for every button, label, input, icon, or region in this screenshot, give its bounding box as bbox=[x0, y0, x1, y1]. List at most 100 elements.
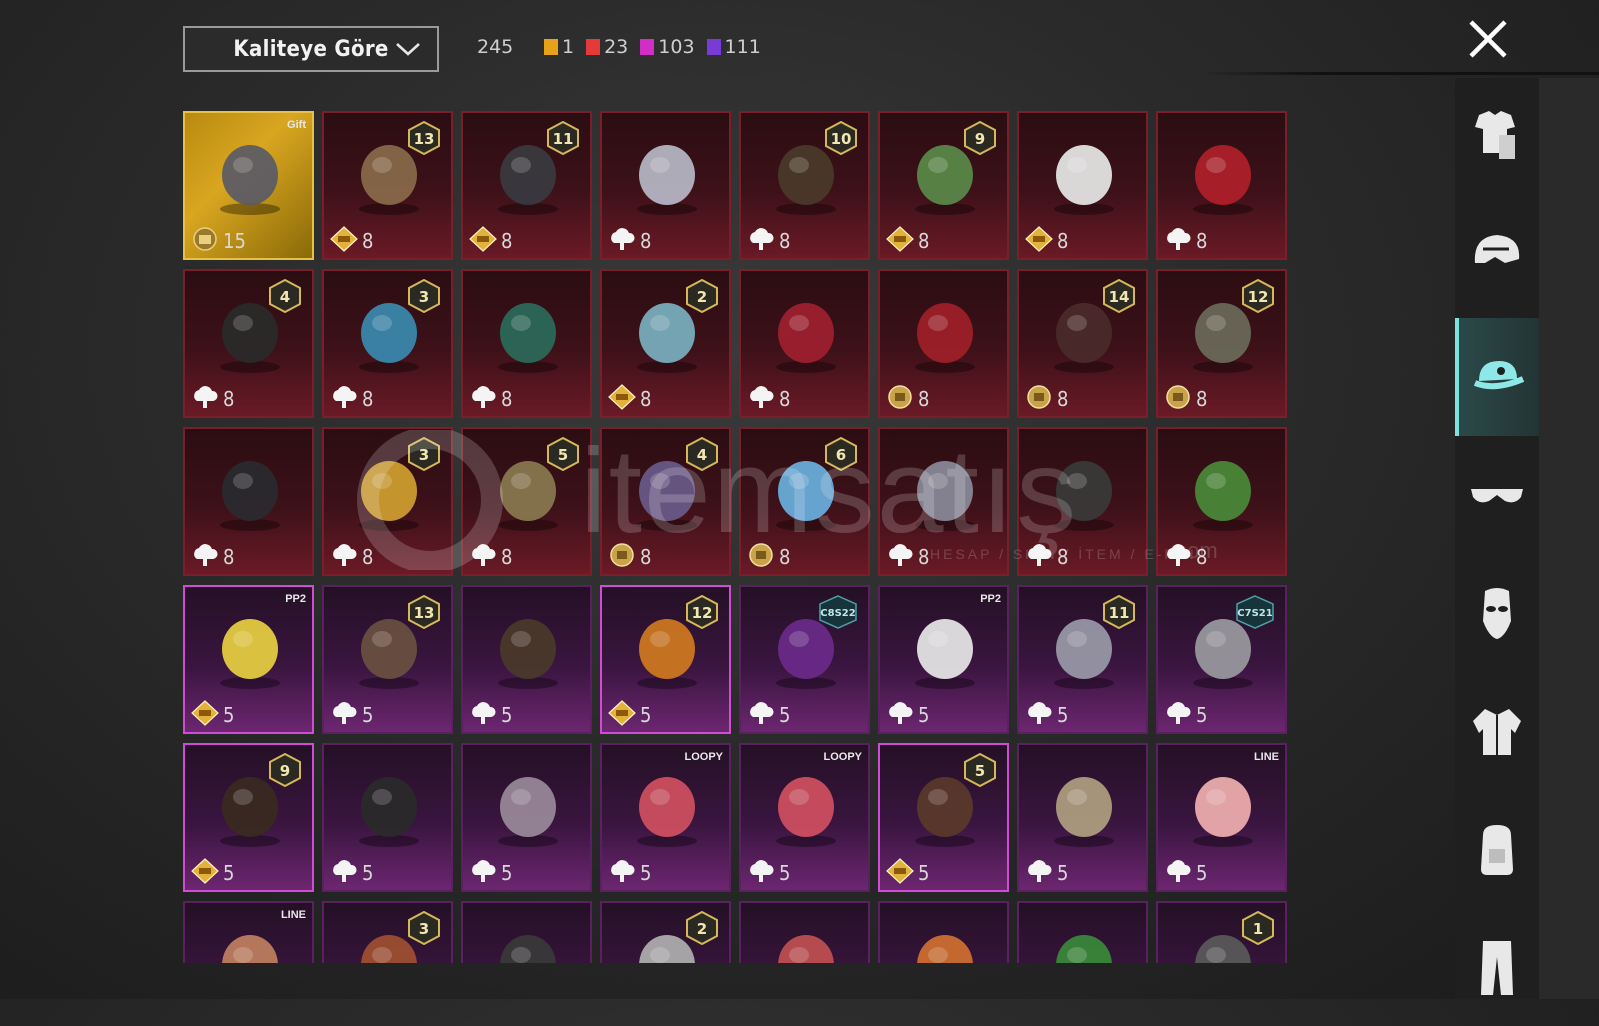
item-card[interactable]: 11 5 bbox=[1017, 585, 1148, 734]
tier-badge-icon: 5 bbox=[963, 752, 997, 788]
svg-text:11: 11 bbox=[1109, 604, 1130, 622]
rarity-count: 1 bbox=[544, 36, 574, 58]
item-value: 5 bbox=[779, 861, 791, 885]
cloud-currency-icon bbox=[1025, 858, 1053, 884]
svg-text:14: 14 bbox=[1109, 288, 1130, 306]
item-card[interactable]: 95 bbox=[183, 743, 314, 892]
cloud-currency-icon bbox=[330, 858, 358, 884]
item-card[interactable]: 98 bbox=[878, 111, 1009, 260]
item-card[interactable]: 38 bbox=[322, 427, 453, 576]
item-card[interactable]: 8 bbox=[739, 269, 870, 418]
item-card[interactable] bbox=[739, 901, 870, 963]
item-value: 8 bbox=[223, 545, 235, 569]
item-card[interactable]: 14 8 bbox=[1017, 269, 1148, 418]
pants-icon bbox=[1481, 941, 1513, 995]
item-thumbnail bbox=[483, 289, 573, 379]
item-card[interactable]: LOOPY 5 bbox=[739, 743, 870, 892]
sidebar-tab-mask[interactable] bbox=[1455, 554, 1539, 672]
item-card[interactable]: 55 bbox=[878, 743, 1009, 892]
item-value: 8 bbox=[1196, 545, 1208, 569]
item-value: 15 bbox=[223, 229, 246, 253]
sidebar-tab-backpack[interactable] bbox=[1455, 790, 1539, 908]
item-card[interactable]: 10 8 bbox=[739, 111, 870, 260]
item-card[interactable]: 68 bbox=[739, 427, 870, 576]
item-card[interactable]: LOOPY 5 bbox=[600, 743, 731, 892]
item-card[interactable]: 11 8 bbox=[461, 111, 592, 260]
cloud-currency-icon bbox=[747, 858, 775, 884]
chevron-down-icon bbox=[396, 43, 420, 56]
item-thumbnail bbox=[1039, 447, 1129, 537]
item-card[interactable]: LINE bbox=[183, 901, 314, 963]
svg-text:3: 3 bbox=[419, 920, 429, 938]
item-card[interactable] bbox=[878, 901, 1009, 963]
sort-dropdown[interactable]: Kaliteye Göre bbox=[183, 26, 439, 72]
item-card[interactable]: 8 bbox=[878, 427, 1009, 576]
rarity-swatch bbox=[640, 39, 655, 55]
close-icon[interactable] bbox=[1463, 14, 1513, 64]
tier-badge-icon: 3 bbox=[407, 436, 441, 472]
item-card[interactable]: 8 bbox=[1156, 111, 1287, 260]
item-card[interactable]: 3 bbox=[322, 901, 453, 963]
item-card[interactable]: C7S21 5 bbox=[1156, 585, 1287, 734]
sidebar-tab-jacket[interactable] bbox=[1455, 672, 1539, 790]
item-card[interactable]: C8S22 5 bbox=[739, 585, 870, 734]
item-card[interactable]: LINE 5 bbox=[1156, 743, 1287, 892]
item-card[interactable]: PP2 5 bbox=[878, 585, 1009, 734]
tier-badge-icon: C8S22 bbox=[818, 595, 858, 629]
collab-badge: PP2 bbox=[285, 593, 306, 605]
item-card[interactable]: 1 bbox=[1156, 901, 1287, 963]
item-card[interactable] bbox=[461, 901, 592, 963]
item-card[interactable]: 28 bbox=[600, 269, 731, 418]
cloud-currency-icon bbox=[469, 384, 497, 410]
item-card[interactable]: 2 bbox=[600, 901, 731, 963]
item-card[interactable]: 8 bbox=[878, 269, 1009, 418]
rarity-swatch bbox=[706, 39, 721, 55]
item-card[interactable]: 8 bbox=[1017, 111, 1148, 260]
item-value: 5 bbox=[501, 703, 513, 727]
item-card[interactable]: 5 bbox=[322, 743, 453, 892]
diamond-currency-icon bbox=[330, 226, 358, 252]
item-card[interactable]: 8 bbox=[1156, 427, 1287, 576]
svg-text:5: 5 bbox=[558, 446, 568, 464]
item-card[interactable]: 13 8 bbox=[322, 111, 453, 260]
item-card[interactable]: 38 bbox=[322, 269, 453, 418]
item-card[interactable]: 13 5 bbox=[322, 585, 453, 734]
item-thumbnail bbox=[761, 763, 851, 853]
item-card[interactable]: 8 bbox=[461, 269, 592, 418]
item-card[interactable]: 8 bbox=[1017, 427, 1148, 576]
item-value: 5 bbox=[1057, 703, 1069, 727]
item-card[interactable]: 48 bbox=[600, 427, 731, 576]
tier-badge-icon: 13 bbox=[407, 594, 441, 630]
cloud-currency-icon bbox=[330, 542, 358, 568]
cloud-currency-icon bbox=[886, 700, 914, 726]
sidebar-tab-pants[interactable] bbox=[1455, 908, 1539, 1026]
item-card[interactable] bbox=[1017, 901, 1148, 963]
item-card[interactable]: 8 bbox=[183, 427, 314, 576]
svg-text:4: 4 bbox=[697, 446, 707, 464]
tier-badge-icon: 12 bbox=[1241, 278, 1275, 314]
item-card[interactable]: 12 8 bbox=[1156, 269, 1287, 418]
helmet-icon bbox=[1474, 235, 1520, 263]
item-card[interactable]: PP2 5 bbox=[183, 585, 314, 734]
diamond-currency-icon bbox=[191, 700, 219, 726]
item-card[interactable]: 48 bbox=[183, 269, 314, 418]
item-card[interactable]: Gift 15 bbox=[183, 111, 314, 260]
item-value: 5 bbox=[1196, 703, 1208, 727]
item-card[interactable]: 8 bbox=[600, 111, 731, 260]
sidebar-tab-helmet[interactable] bbox=[1455, 196, 1539, 314]
diamond-currency-icon bbox=[608, 700, 636, 726]
sidebar-tab-glasses[interactable] bbox=[1455, 436, 1539, 554]
item-card[interactable]: 12 5 bbox=[600, 585, 731, 734]
tier-badge-icon: 11 bbox=[546, 120, 580, 156]
sidebar-tab-cap[interactable] bbox=[1455, 318, 1539, 436]
item-card[interactable]: 5 bbox=[461, 585, 592, 734]
item-total-count: 245 bbox=[477, 36, 514, 58]
collab-badge: Gift bbox=[287, 119, 306, 131]
item-thumbnail bbox=[900, 289, 990, 379]
item-value: 8 bbox=[1057, 387, 1069, 411]
outfit-icon bbox=[1475, 111, 1515, 159]
item-card[interactable]: 5 bbox=[1017, 743, 1148, 892]
item-card[interactable]: 58 bbox=[461, 427, 592, 576]
item-card[interactable]: 5 bbox=[461, 743, 592, 892]
sidebar-tab-outfit[interactable] bbox=[1455, 78, 1539, 196]
